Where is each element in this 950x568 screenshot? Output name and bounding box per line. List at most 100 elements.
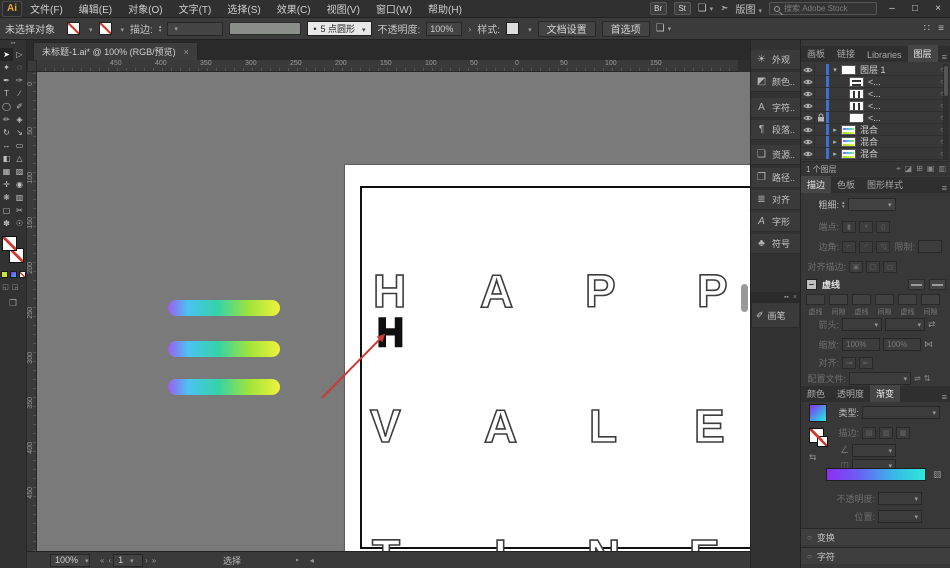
layer-thumbnail[interactable] xyxy=(841,125,856,135)
style-caret-icon[interactable] xyxy=(525,23,532,35)
layer-thumbnail[interactable] xyxy=(849,113,864,123)
layer-thumbnail[interactable] xyxy=(841,137,856,147)
layer-row-7[interactable]: ▸混合○ xyxy=(801,148,950,160)
outline-letter-n[interactable]: N xyxy=(587,533,620,551)
gradient-fill-swatch[interactable] xyxy=(809,404,827,422)
outline-letter-l[interactable]: L xyxy=(589,403,617,449)
fill-caret-icon[interactable] xyxy=(86,23,93,35)
status-collapse-icon[interactable]: ◂ xyxy=(308,556,316,565)
ruler-origin[interactable] xyxy=(27,60,37,72)
vertical-ruler[interactable]: 050100150200250300350400450 xyxy=(27,72,37,551)
stroke-along-button[interactable]: ▥ xyxy=(879,427,893,439)
panel-item-asset-export[interactable]: ❏资源.. xyxy=(751,145,800,165)
expand-chevron-icon[interactable]: ▸ xyxy=(829,126,841,134)
panel-menu-icon[interactable]: ≡ xyxy=(942,52,947,62)
gradient-bar-3[interactable] xyxy=(168,379,280,395)
visibility-eye-icon[interactable] xyxy=(801,150,814,158)
layer-name[interactable]: 图层 1 xyxy=(860,63,886,76)
line-segment-tool[interactable]: ∕ xyxy=(13,87,26,100)
layer-name[interactable]: <... xyxy=(868,113,881,123)
free-transform-tool[interactable]: ▭ xyxy=(13,139,26,152)
canvas-scrollbar-thumb[interactable] xyxy=(741,284,748,312)
dash-field-4[interactable] xyxy=(898,294,917,305)
layer-row-2[interactable]: <...○ xyxy=(801,88,950,100)
tab-transparency[interactable]: 透明度 xyxy=(831,385,870,402)
gradient-tool[interactable]: ▨ xyxy=(13,165,26,178)
scale-tool[interactable]: ↘ xyxy=(13,126,26,139)
new-sublayer-icon[interactable]: ⊞ xyxy=(916,164,923,174)
panel-item-appearance[interactable]: ☀外观 xyxy=(751,50,800,70)
layer-row-3[interactable]: <...○ xyxy=(801,100,950,112)
mesh-tool[interactable]: ▦ xyxy=(0,165,13,178)
menu-item-0[interactable]: 文件(F) xyxy=(22,5,71,16)
maximize-button[interactable]: □ xyxy=(907,2,923,16)
cap-butt-button[interactable]: ▮ xyxy=(842,221,856,233)
selection-tool[interactable]: ➤ xyxy=(0,48,13,61)
layer-thumbnail[interactable] xyxy=(849,77,864,87)
lock-toggle[interactable] xyxy=(814,100,826,111)
lock-icon[interactable] xyxy=(814,112,826,123)
panel-item-character[interactable]: A字符.. xyxy=(751,98,800,118)
gradient-bar-2[interactable] xyxy=(168,341,280,357)
paintbrush-tool[interactable]: ✐ xyxy=(13,100,26,113)
menu-item-7[interactable]: 窗口(W) xyxy=(368,5,420,16)
corner-round-button[interactable]: ◜ xyxy=(859,241,873,253)
magic-wand-tool[interactable]: ✦ xyxy=(0,61,13,74)
close-button[interactable]: × xyxy=(930,2,946,16)
dash-field-3[interactable] xyxy=(875,294,894,305)
visibility-eye-icon[interactable] xyxy=(801,90,814,98)
gradient-position-dropdown[interactable] xyxy=(878,510,922,523)
dash-field-2[interactable] xyxy=(852,294,871,305)
flip-across-icon[interactable]: ⇅ xyxy=(924,374,931,383)
stroke-caret-icon[interactable] xyxy=(118,23,125,35)
app-logo[interactable]: Ai xyxy=(2,1,22,17)
panel-item-brushes[interactable]: ✐ 画笔 xyxy=(751,302,800,328)
layers-scrollbar[interactable] xyxy=(943,64,949,160)
fill-color-control[interactable] xyxy=(2,236,17,251)
pencil-tool[interactable]: ✏ xyxy=(0,113,13,126)
bridge-badge[interactable]: Br xyxy=(650,2,667,15)
visibility-eye-icon[interactable] xyxy=(801,138,814,146)
type-tool[interactable]: T xyxy=(0,87,13,100)
outline-letter-h[interactable]: H xyxy=(373,268,406,314)
panel-item-paragraph[interactable]: ¶段落.. xyxy=(751,120,800,140)
swap-arrowheads-icon[interactable]: ⇄ xyxy=(928,319,936,330)
tab-swatches[interactable]: 色板 xyxy=(831,176,861,193)
tab-color[interactable]: 颜色 xyxy=(801,385,831,402)
outline-letter-v[interactable]: V xyxy=(370,403,401,449)
cap-projecting-button[interactable]: ▯ xyxy=(876,221,890,233)
last-artboard-icon[interactable]: » xyxy=(150,556,158,565)
zoom-level-dropdown[interactable]: 100% xyxy=(50,554,90,567)
dash-field-5[interactable] xyxy=(921,294,940,305)
menu-item-8[interactable]: 帮助(H) xyxy=(420,5,470,16)
layer-thumbnail[interactable] xyxy=(841,149,856,159)
menu-item-2[interactable]: 对象(O) xyxy=(120,5,170,16)
arrowhead-end-dropdown[interactable] xyxy=(885,318,925,331)
document-tab[interactable]: 未标题-1.ai* @ 100% (RGB/预览) × xyxy=(33,42,198,60)
toolbar-grip[interactable]: ▪▪ xyxy=(0,40,26,48)
align-outside-button[interactable]: ◻ xyxy=(883,261,897,273)
outline-letter-p[interactable]: P xyxy=(697,268,728,314)
style-swatch[interactable] xyxy=(506,22,519,35)
layer-row-0[interactable]: ▾图层 1○ xyxy=(801,64,950,76)
stock-badge[interactable]: St xyxy=(674,2,691,15)
eyedropper-tool[interactable]: ✛ xyxy=(0,178,13,191)
tab-libraries[interactable]: Libraries xyxy=(861,48,908,62)
document-setup-button[interactable]: 文档设置 xyxy=(538,21,596,37)
layer-name[interactable]: <... xyxy=(868,89,881,99)
panel-item-glyphs[interactable]: A字形 xyxy=(751,212,800,232)
align-inside-button[interactable]: ▢ xyxy=(866,261,880,273)
outline-letter-i[interactable]: I xyxy=(494,533,507,551)
canvas[interactable]: HAPPVALETINE H xyxy=(37,72,750,551)
flip-along-icon[interactable]: ⇌ xyxy=(914,374,921,383)
gradient-button[interactable] xyxy=(10,271,17,278)
ellipse-tool[interactable]: ◯ xyxy=(0,100,13,113)
opacity-more-icon[interactable]: › xyxy=(468,24,471,34)
draw-normal-icon[interactable]: ◱ xyxy=(2,283,9,291)
collapsed-panel-character[interactable]: ○字符 xyxy=(801,547,950,564)
layer-name[interactable]: <... xyxy=(868,77,881,87)
slice-tool[interactable]: ✂ xyxy=(13,204,26,217)
link-scale-icon[interactable]: ⋈ xyxy=(924,339,933,350)
corner-miter-button[interactable]: ⌐ xyxy=(842,241,856,253)
gradient-bar-1[interactable] xyxy=(168,300,280,316)
